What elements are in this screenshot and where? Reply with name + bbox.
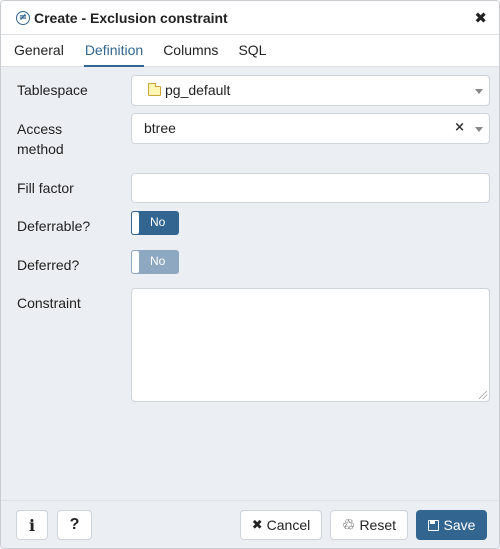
tab-sql[interactable]: SQL <box>238 35 266 67</box>
close-icon[interactable]: ✖ <box>474 10 487 26</box>
tablespace-label: Tablespace <box>17 82 88 98</box>
info-button[interactable]: i <box>16 510 48 540</box>
info-icon: i <box>28 515 36 535</box>
tab-columns[interactable]: Columns <box>163 35 218 67</box>
tablespace-select[interactable]: pg_default <box>131 75 490 106</box>
exclusion-constraint-dialog: ≠ Create - Exclusion constraint ✖ Genera… <box>0 0 500 549</box>
tab-definition[interactable]: Definition <box>83 35 145 67</box>
deferred-label: Deferred? <box>17 257 80 273</box>
chevron-down-icon[interactable] <box>475 127 483 132</box>
reset-button[interactable]: ♲ Reset <box>330 510 408 540</box>
dialog-titlebar: ≠ Create - Exclusion constraint ✖ <box>1 1 499 35</box>
deferrable-label: Deferrable? <box>17 218 91 234</box>
deferred-toggle-label: No <box>150 254 166 268</box>
tab-general[interactable]: General <box>14 35 64 67</box>
save-button[interactable]: Save <box>416 510 487 540</box>
chevron-down-icon[interactable] <box>475 89 483 94</box>
toggle-knob <box>131 211 140 235</box>
save-label: Save <box>443 517 476 533</box>
deferrable-toggle-label: No <box>150 215 166 229</box>
exclusion-constraint-icon: ≠ <box>16 10 30 25</box>
access-method-value: btree <box>144 120 176 136</box>
tab-bar: General Definition Columns SQL <box>1 35 499 67</box>
reset-label: Reset <box>359 517 397 533</box>
dialog-title: Create - Exclusion constraint <box>34 9 228 26</box>
tablespace-value: pg_default <box>165 82 231 98</box>
access-method-label: Access method <box>17 119 64 159</box>
fill-factor-label: Fill factor <box>17 180 74 196</box>
dialog-footer: i ? ✖ Cancel ♲ Reset Save <box>1 500 499 548</box>
close-icon: ✖ <box>251 517 263 533</box>
help-button[interactable]: ? <box>57 510 92 540</box>
resize-handle[interactable] <box>479 391 487 399</box>
cancel-label: Cancel <box>266 517 311 533</box>
constraint-label: Constraint <box>17 295 81 311</box>
access-method-label-line1: Access <box>17 121 63 137</box>
folder-icon <box>148 83 161 96</box>
help-icon: ? <box>69 516 80 533</box>
recycle-icon: ♲ <box>341 516 356 534</box>
deferrable-toggle[interactable]: No <box>131 211 179 235</box>
fill-factor-input[interactable] <box>131 173 490 203</box>
access-method-select[interactable]: btree × <box>131 113 490 144</box>
deferred-toggle[interactable]: No <box>131 250 179 274</box>
toggle-knob <box>131 250 140 274</box>
save-icon <box>427 519 439 531</box>
access-method-label-line2: method <box>17 141 64 157</box>
clear-icon[interactable]: × <box>454 120 465 135</box>
cancel-button[interactable]: ✖ Cancel <box>240 510 322 540</box>
constraint-textarea[interactable] <box>131 288 490 402</box>
